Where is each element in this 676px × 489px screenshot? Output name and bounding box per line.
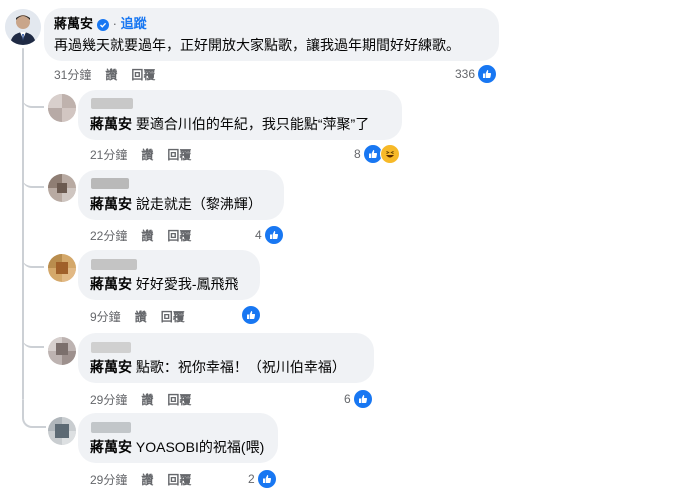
author-name[interactable]: 蔣萬安 xyxy=(54,16,93,31)
reply-button[interactable]: 回覆 xyxy=(131,68,155,82)
reply-avatar[interactable] xyxy=(48,94,76,122)
post-header: 蔣萬安 · 追蹤 xyxy=(54,15,147,33)
reply-meta: 9分鐘讚回覆 xyxy=(90,308,199,325)
reply-button[interactable]: 回覆 xyxy=(167,229,191,243)
author-avatar[interactable] xyxy=(5,9,41,45)
reply-avatar[interactable] xyxy=(48,417,76,445)
reply-text: 蔣萬安 要適合川伯的年紀，我只能點“萍聚”了 xyxy=(90,115,369,133)
reply-content: 好好愛我-鳳飛飛 xyxy=(135,276,239,292)
blurred-name xyxy=(91,259,137,270)
separator: · xyxy=(109,16,121,31)
like-icon xyxy=(263,225,284,245)
like-button[interactable]: 讚 xyxy=(141,393,153,407)
reaction-count: 2 xyxy=(248,472,255,486)
reply-button[interactable]: 回覆 xyxy=(167,393,191,407)
reply-content: 說走就走（黎沸輝） xyxy=(135,196,262,212)
post-time[interactable]: 31分鐘 xyxy=(54,68,91,82)
reply-reactions[interactable]: 2 xyxy=(248,469,277,489)
reply-meta: 21分鐘讚回覆 xyxy=(90,146,205,163)
like-icon xyxy=(256,469,277,489)
reply-reactions[interactable]: 6 xyxy=(344,389,373,409)
reply-avatar[interactable] xyxy=(48,337,76,365)
reaction-count: 6 xyxy=(344,392,351,406)
post-reactions[interactable]: 336 xyxy=(455,64,498,84)
reply-time[interactable]: 22分鐘 xyxy=(90,229,127,243)
verified-badge-icon xyxy=(97,19,110,31)
reply-button[interactable]: 回覆 xyxy=(167,148,191,162)
like-icon xyxy=(241,305,261,325)
like-button[interactable]: 讚 xyxy=(135,310,147,324)
like-icon xyxy=(352,389,373,409)
reply-text: 蔣萬安 說走就走（黎沸輝） xyxy=(90,195,262,213)
thread-connector xyxy=(22,80,44,108)
reply-to-name[interactable]: 蔣萬安 xyxy=(90,439,132,455)
reply-content: 要適合川伯的年紀，我只能點“萍聚”了 xyxy=(135,116,370,132)
reply-to-name[interactable]: 蔣萬安 xyxy=(90,196,132,212)
thread-connector xyxy=(22,320,44,348)
like-icon xyxy=(477,64,498,84)
reply-avatar[interactable] xyxy=(48,174,76,202)
follow-link[interactable]: 追蹤 xyxy=(121,16,147,31)
post-meta: 31分鐘讚回覆 xyxy=(54,66,169,83)
reply-meta: 29分鐘讚回覆 xyxy=(90,471,205,488)
reply-text: 蔣萬安 YOASOBI的祝福(喂) xyxy=(90,438,264,456)
thread-connector xyxy=(22,160,44,188)
reply-button[interactable]: 回覆 xyxy=(167,473,191,487)
reply-avatar[interactable] xyxy=(48,254,76,282)
reply-meta: 29分鐘讚回覆 xyxy=(90,391,205,408)
reply-time[interactable]: 9分鐘 xyxy=(90,310,121,324)
reply-time[interactable]: 29分鐘 xyxy=(90,473,127,487)
reply-reactions[interactable]: 8 xyxy=(354,144,400,164)
reply-time[interactable]: 21分鐘 xyxy=(90,148,127,162)
reaction-count: 8 xyxy=(354,147,361,161)
reply-reactions[interactable] xyxy=(241,305,261,325)
reply-button[interactable]: 回覆 xyxy=(161,310,185,324)
like-button[interactable]: 讚 xyxy=(105,68,117,82)
blurred-name xyxy=(91,98,133,109)
blurred-name xyxy=(91,178,129,189)
reply-meta: 22分鐘讚回覆 xyxy=(90,227,205,244)
reply-to-name[interactable]: 蔣萬安 xyxy=(90,359,132,375)
haha-icon xyxy=(379,144,400,164)
reply-reactions[interactable]: 4 xyxy=(255,225,284,245)
blurred-name xyxy=(91,342,131,353)
thread-connector xyxy=(22,240,44,268)
reaction-count: 4 xyxy=(255,228,262,242)
reply-content: 點歌：祝你幸福！（祝川伯幸福） xyxy=(135,359,346,375)
reply-text: 蔣萬安 好好愛我-鳳飛飛 xyxy=(90,275,239,293)
reply-to-name[interactable]: 蔣萬安 xyxy=(90,116,132,132)
like-button[interactable]: 讚 xyxy=(141,473,153,487)
blurred-name xyxy=(91,422,131,433)
like-button[interactable]: 讚 xyxy=(141,229,153,243)
reply-content: YOASOBI的祝福(喂) xyxy=(135,439,265,455)
reply-to-name[interactable]: 蔣萬安 xyxy=(90,276,132,292)
like-button[interactable]: 讚 xyxy=(141,148,153,162)
thread-connector xyxy=(22,400,46,428)
reaction-count: 336 xyxy=(455,67,476,81)
reply-time[interactable]: 29分鐘 xyxy=(90,393,127,407)
post-text: 再過幾天就要過年，正好開放大家點歌，讓我過年期間好好練歌。 xyxy=(54,37,460,53)
reply-text: 蔣萬安 點歌：祝你幸福！（祝川伯幸福） xyxy=(90,358,346,376)
